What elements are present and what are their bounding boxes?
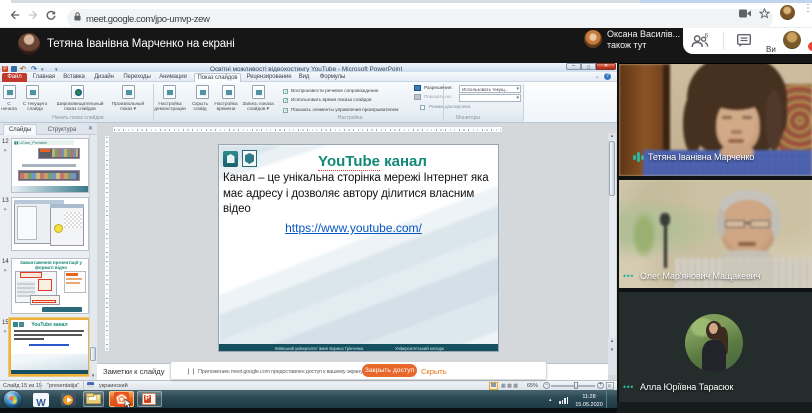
svg-text:6: 6 (705, 33, 709, 40)
